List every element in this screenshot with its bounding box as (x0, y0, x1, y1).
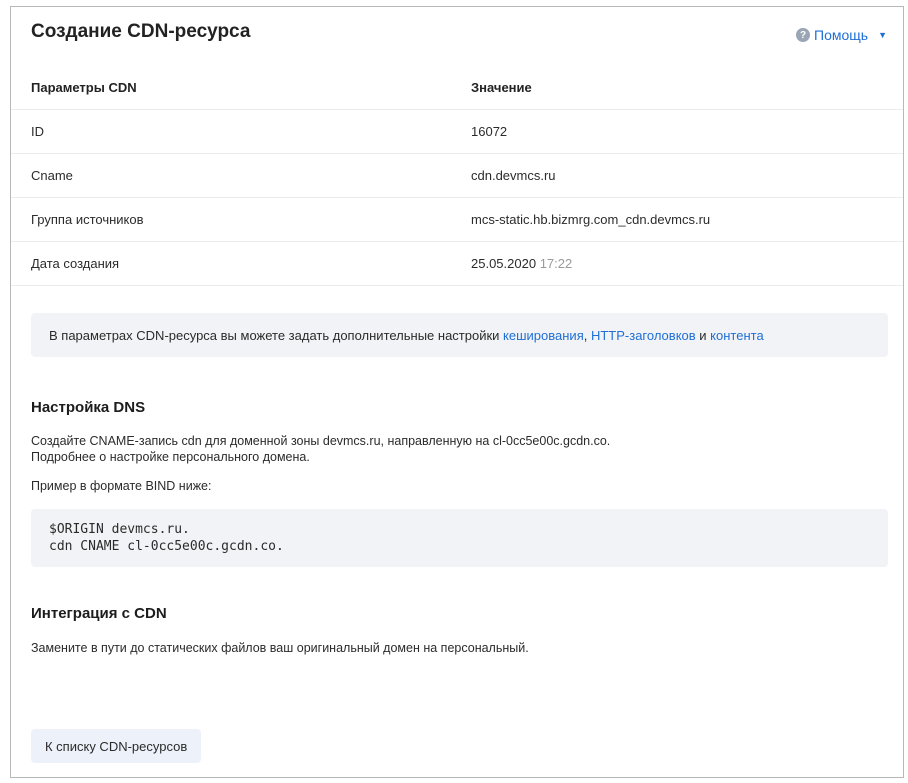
info-banner: В параметрах CDN-ресурса вы можете задат… (31, 313, 888, 357)
caching-link[interactable]: кеширования (503, 328, 584, 343)
page-title: Создание CDN-ресурса (31, 21, 251, 42)
table-row: Дата создания 25.05.2020 17:22 (11, 241, 903, 286)
table-row: ID 16072 (11, 109, 903, 154)
created-date: 25.05.2020 (471, 256, 537, 271)
content-link[interactable]: контента (710, 328, 764, 343)
param-value-cname: cdn.devmcs.ru (471, 153, 903, 198)
table-header-row: Параметры CDN Значение (11, 65, 903, 110)
param-value-id: 16072 (471, 109, 903, 154)
table-row: Группа источников mcs-static.hb.bizmrg.c… (11, 197, 903, 242)
param-name-origin-group: Группа источников (11, 197, 471, 242)
dns-line-1: Создайте CNAME-запись cdn для доменной з… (31, 434, 611, 448)
back-to-list-button[interactable]: К списку CDN-ресурсов (31, 729, 202, 763)
help-circle-icon: ? (796, 28, 810, 42)
info-text: В параметрах CDN-ресурса вы можете задат… (49, 328, 764, 343)
created-time: 17:22 (539, 256, 573, 271)
table-row: Cname cdn.devmcs.ru (11, 153, 903, 198)
info-and: и (695, 327, 711, 343)
integration-section-title: Интеграция с CDN (31, 605, 167, 622)
help-dropdown[interactable]: ? Помощь ▼ (796, 27, 887, 43)
http-headers-link[interactable]: HTTP-заголовков (591, 328, 696, 343)
param-name-created: Дата создания (11, 241, 471, 286)
dns-description: Создайте CNAME-запись cdn для доменной з… (31, 433, 610, 465)
column-header-param: Параметры CDN (11, 65, 471, 110)
column-header-value: Значение (471, 65, 903, 110)
caret-down-icon: ▼ (878, 30, 887, 40)
help-label: Помощь (814, 27, 869, 43)
bind-example-label: Пример в формате BIND ниже: (31, 479, 212, 493)
dns-section-title: Настройка DNS (31, 399, 146, 416)
info-prefix: В параметрах CDN-ресурса вы можете задат… (49, 327, 504, 343)
integration-description: Замените в пути до статических файлов ва… (31, 641, 529, 655)
code-line-cname: cdn CNAME cl-0cc5e00c.gcdn.co. (49, 539, 284, 554)
dns-line-2: Подробнее о настройке персонального доме… (31, 450, 310, 464)
param-name-cname: Cname (11, 153, 471, 198)
bind-code-block: $ORIGIN devmcs.ru. cdn CNAME cl-0cc5e00c… (31, 509, 888, 567)
cdn-create-panel: Создание CDN-ресурса ? Помощь ▼ Параметр… (10, 6, 904, 778)
param-value-created: 25.05.2020 17:22 (471, 241, 903, 286)
param-name-id: ID (11, 109, 471, 154)
panel-header: Создание CDN-ресурса ? Помощь ▼ (11, 7, 903, 59)
info-sep: , (583, 327, 591, 343)
code-line-origin: $ORIGIN devmcs.ru. (49, 522, 190, 537)
cdn-params-table: Параметры CDN Значение ID 16072 Cname cd… (11, 65, 903, 286)
param-value-origin-group: mcs-static.hb.bizmrg.com_cdn.devmcs.ru (471, 197, 903, 242)
